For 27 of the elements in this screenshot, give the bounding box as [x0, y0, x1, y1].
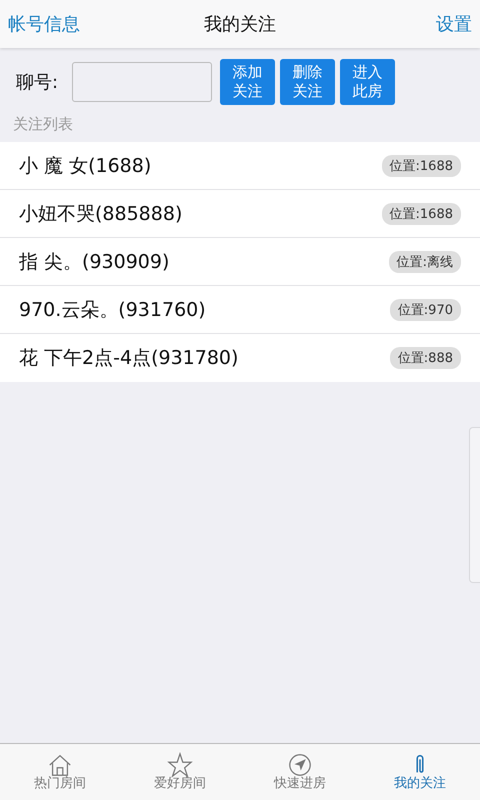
action-button[interactable]: 进入此房 [340, 59, 396, 105]
follow-item[interactable]: 小 魔 女(1688) 位置:1688 [0, 142, 480, 190]
id-label: 聊号: [16, 71, 58, 94]
tab[interactable]: 爱好房间 [120, 744, 240, 800]
id-input-field[interactable] [72, 62, 212, 102]
follow-item[interactable]: 小妞不哭(885888) 位置:1688 [0, 190, 480, 238]
location-tag: 位置:1688 [382, 202, 461, 224]
settings-link[interactable]: 设置 [436, 12, 472, 36]
location-tag: 位置:888 [390, 347, 461, 369]
follow-item[interactable]: 花 下午2点-4点(931780) 位置:888 [0, 334, 480, 382]
location-tag: 位置:970 [390, 298, 461, 320]
house-icon [47, 752, 73, 778]
action-button[interactable]: 删除关注 [280, 59, 336, 105]
location-tag: 位置:1688 [382, 154, 461, 176]
navigation-icon [287, 752, 313, 778]
account-link[interactable]: 帐号信息 [8, 12, 80, 36]
action-button[interactable]: 添加关注 [220, 59, 276, 105]
side-handle[interactable] [469, 427, 480, 583]
tab[interactable]: 热门房间 [0, 744, 120, 800]
follow-item[interactable]: 指 尖。(930909) 位置:离线 [0, 238, 480, 286]
location-tag: 位置:离线 [388, 250, 461, 272]
star-icon [167, 752, 193, 778]
page-title: 我的关注 [204, 13, 276, 36]
section-title: 关注列表 [12, 114, 74, 135]
tab[interactable]: 快速进房 [240, 744, 360, 800]
tab[interactable]: 我的关注 [360, 744, 480, 800]
follow-item[interactable]: 970.云朵。(931760) 位置:970 [0, 286, 480, 334]
